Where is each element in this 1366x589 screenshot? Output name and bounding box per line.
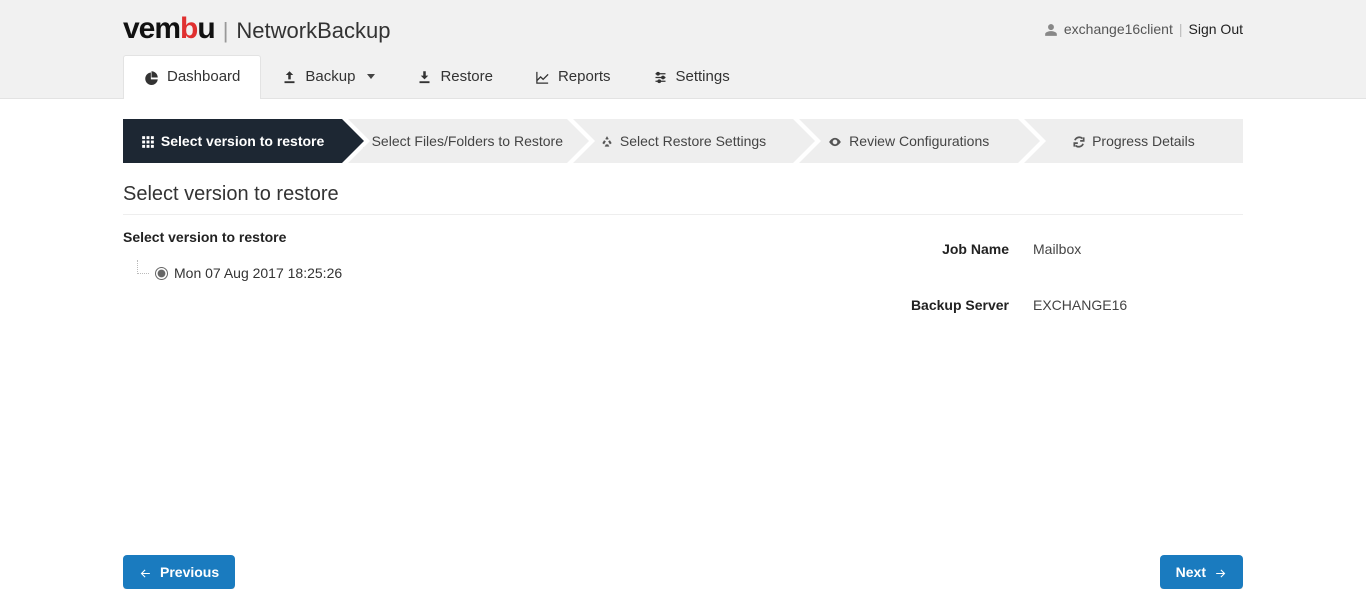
recycle-icon [600, 133, 614, 149]
version-tree: Mon 07 Aug 2017 18:25:26 [137, 265, 823, 281]
version-radio[interactable] [155, 267, 168, 280]
brand-logo[interactable]: vembu | NetworkBackup [123, 12, 391, 46]
jobname-value: Mailbox [1027, 231, 1241, 285]
nav-settings[interactable]: Settings [632, 55, 751, 99]
step-select-files[interactable]: Select Files/Folders to Restore [348, 119, 567, 163]
backupserver-value: EXCHANGE16 [1027, 287, 1241, 341]
page-title: Select version to restore [123, 183, 1243, 215]
chevron-down-icon [367, 74, 375, 79]
wizard-steps: Select version to restore Select Files/F… [123, 119, 1243, 163]
vembu-logo: vembu [123, 12, 215, 46]
eye-icon [827, 133, 843, 149]
next-button[interactable]: Next [1160, 555, 1243, 589]
nav-dashboard[interactable]: Dashboard [123, 55, 261, 99]
brand-product: NetworkBackup [236, 18, 390, 44]
sign-out-link[interactable]: Sign Out [1189, 21, 1243, 37]
nav-backup[interactable]: Backup [261, 55, 396, 99]
refresh-icon [1072, 133, 1086, 149]
step-select-version[interactable]: Select version to restore [123, 119, 342, 163]
upload-icon [282, 68, 297, 85]
section-heading: Select version to restore [123, 229, 823, 245]
table-row: Job Name Mailbox [865, 231, 1241, 285]
pie-chart-icon [144, 68, 159, 85]
main-nav: Dashboard Backup Restore Reports Setting… [123, 54, 1243, 98]
job-info: Job Name Mailbox Backup Server EXCHANGE1… [863, 229, 1243, 343]
arrow-right-icon [1214, 564, 1227, 580]
table-row: Backup Server EXCHANGE16 [865, 287, 1241, 341]
nav-reports[interactable]: Reports [514, 55, 632, 99]
step-review[interactable]: Review Configurations [799, 119, 1018, 163]
backupserver-label: Backup Server [865, 287, 1025, 341]
sliders-icon [653, 68, 668, 85]
step-progress[interactable]: Progress Details [1024, 119, 1243, 163]
header-bar: vembu | NetworkBackup exchange16client |… [0, 0, 1366, 99]
jobname-label: Job Name [865, 231, 1025, 285]
nav-restore[interactable]: Restore [396, 55, 514, 99]
user-icon [1044, 21, 1058, 37]
download-icon [417, 68, 432, 85]
arrow-left-icon [139, 564, 152, 580]
grid-icon [141, 133, 155, 149]
chart-line-icon [535, 68, 550, 85]
version-label: Mon 07 Aug 2017 18:25:26 [174, 265, 342, 281]
previous-button[interactable]: Previous [123, 555, 235, 589]
username[interactable]: exchange16client [1064, 21, 1173, 37]
version-item[interactable]: Mon 07 Aug 2017 18:25:26 [137, 265, 823, 281]
step-restore-settings[interactable]: Select Restore Settings [573, 119, 792, 163]
